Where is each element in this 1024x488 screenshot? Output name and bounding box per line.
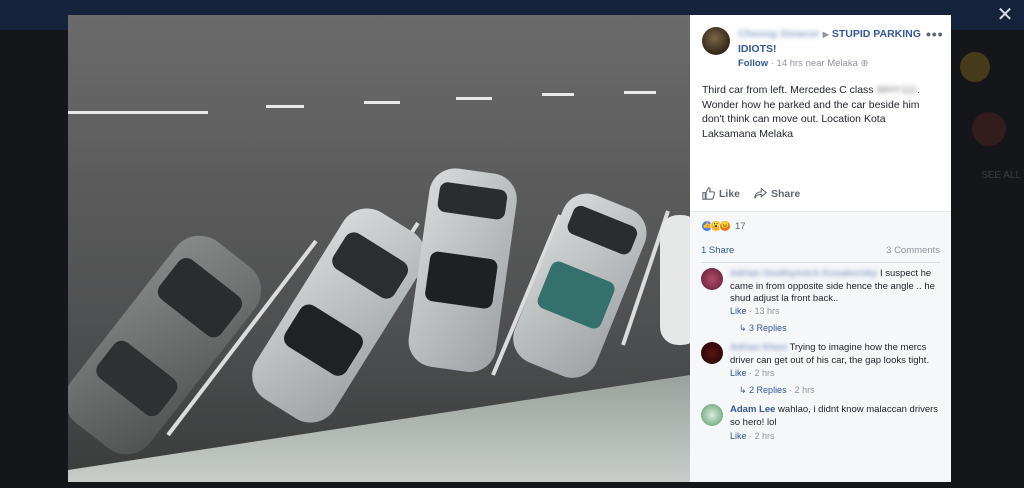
comment-meta: Like · 13 hrs xyxy=(730,306,780,316)
author-avatar[interactable] xyxy=(702,27,730,55)
commenter-name[interactable]: Adam Lee xyxy=(730,404,775,415)
comment: Adam Lee wahlao, i didnt know malaccan d… xyxy=(701,404,943,449)
commenter-avatar[interactable] xyxy=(701,342,723,364)
engagement-counts: 1 Share 3 Comments xyxy=(701,245,940,256)
car-4 xyxy=(513,193,647,378)
reactions-comments-area: 👍 😮 😠 17 1 Share 3 Comments Adrian Onath… xyxy=(690,211,951,482)
follow-button[interactable]: Follow xyxy=(738,58,768,69)
background-see-all: SEE ALL xyxy=(981,170,1022,181)
commenter-name[interactable]: Adrian Onathyevich Kosakevsky xyxy=(730,268,877,279)
angry-reaction-icon: 😠 xyxy=(719,220,731,232)
post-photo[interactable] xyxy=(68,15,690,482)
comment-like-button[interactable]: Like xyxy=(730,431,747,441)
comment: Adrian Onathyevich Kosakevsky I suspect … xyxy=(701,268,943,338)
thumbs-up-icon xyxy=(702,187,715,200)
post-header: Cheong Siewcer ▶ STUPID PARKING IDIOTS! xyxy=(738,27,928,56)
like-label: Like xyxy=(719,187,741,200)
comment-body: Adrian Khoo Trying to imagine how the me… xyxy=(730,342,940,367)
close-icon[interactable]: ✕ xyxy=(994,4,1016,26)
post-text-redacted: WHY111 xyxy=(876,84,917,96)
share-button[interactable]: Share xyxy=(754,187,800,200)
share-arrow-icon xyxy=(754,187,768,199)
commenter-avatar[interactable] xyxy=(701,268,723,290)
comment: Adrian Khoo Trying to imagine how the me… xyxy=(701,342,943,402)
comment-like-button[interactable]: Like xyxy=(730,306,747,316)
reaction-count: 17 xyxy=(735,220,746,232)
comment-replies-link[interactable]: ↳ 2 Replies · 2 hrs xyxy=(739,385,815,396)
comment-body: Adrian Onathyevich Kosakevsky I suspect … xyxy=(730,268,940,306)
author-name[interactable]: Cheong Siewcer xyxy=(738,28,820,40)
commenter-name[interactable]: Adrian Khoo xyxy=(730,342,787,353)
comments-count-link[interactable]: 3 Comments xyxy=(886,245,940,256)
reply-arrow-icon: ↳ xyxy=(739,323,750,333)
replies-label: 3 Replies xyxy=(749,323,787,333)
shares-link[interactable]: 1 Share xyxy=(701,245,734,256)
comment-time[interactable]: 2 hrs xyxy=(755,431,775,441)
parking-lot-photo xyxy=(68,91,690,482)
background-avatar xyxy=(960,52,990,82)
reactions-summary[interactable]: 👍 😮 😠 17 xyxy=(701,220,746,232)
background-avatar xyxy=(972,112,1006,146)
divider xyxy=(701,262,940,263)
arrow-right-icon: ▶ xyxy=(822,30,829,39)
post-time-location[interactable]: 14 hrs near Melaka xyxy=(777,58,858,69)
more-options-icon[interactable]: ••• xyxy=(926,27,944,41)
replies-time: 2 hrs xyxy=(794,385,815,395)
post-text-part1: Third car from left. Mercedes C class xyxy=(702,84,874,96)
car-5 xyxy=(660,215,690,345)
car-3 xyxy=(408,168,517,372)
comment-meta: Like · 2 hrs xyxy=(730,368,775,378)
post-details-panel: Cheong Siewcer ▶ STUPID PARKING IDIOTS! ••… xyxy=(690,15,951,482)
commenter-avatar[interactable] xyxy=(701,404,723,426)
car-2 xyxy=(252,208,426,423)
globe-icon: ⊕ xyxy=(860,58,869,69)
comment-time[interactable]: 2 hrs xyxy=(755,368,775,378)
comment-body: Adam Lee wahlao, i didnt know malaccan d… xyxy=(730,404,940,429)
reply-arrow-icon: ↳ xyxy=(739,385,750,395)
lane-markings xyxy=(68,91,656,114)
comment-like-button[interactable]: Like xyxy=(730,368,747,378)
replies-label: 2 Replies xyxy=(749,385,787,395)
post-meta: Follow · 14 hrs near Melaka ⊕ xyxy=(738,58,869,69)
post-body: Third car from left. Mercedes C class WH… xyxy=(702,83,942,141)
post-actions: Like Share xyxy=(702,187,800,200)
like-button[interactable]: Like xyxy=(702,187,740,200)
share-label: Share xyxy=(771,187,801,200)
comment-meta: Like · 2 hrs xyxy=(730,431,775,441)
comment-time[interactable]: 13 hrs xyxy=(755,306,780,316)
comment-replies-link[interactable]: ↳ 3 Replies xyxy=(739,323,787,334)
